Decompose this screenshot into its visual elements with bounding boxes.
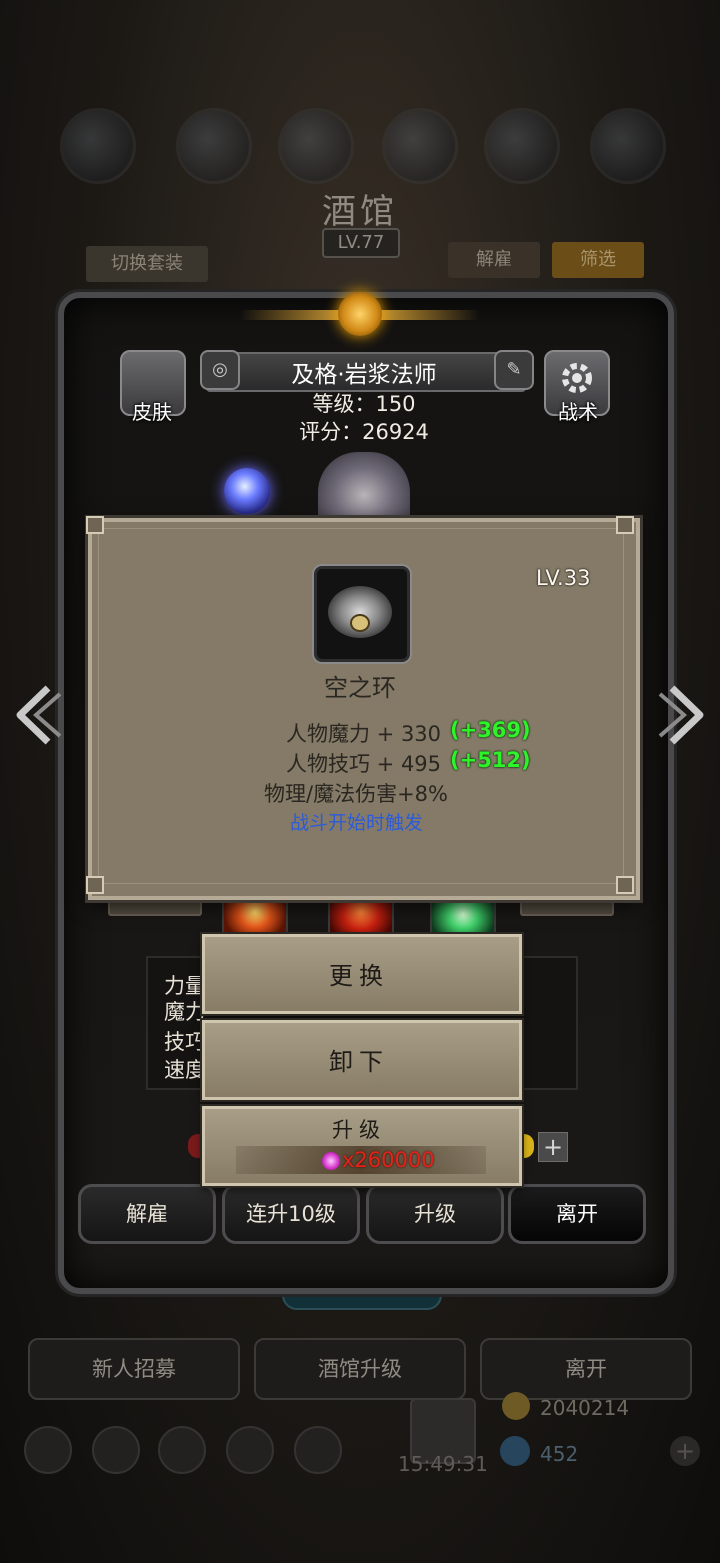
item-name: 空之环: [324, 674, 396, 702]
upgrade-cost-text: x260000: [342, 1148, 435, 1172]
item-trigger-condition: 战斗开始时触发: [290, 812, 424, 834]
stat-magic-label: 魔力: [164, 1000, 206, 1024]
tactics-button-label: 战术: [558, 400, 598, 424]
tavern-title: 酒馆: [322, 192, 398, 232]
gem-count: 452: [540, 1442, 579, 1466]
upgrade-10-levels-button[interactable]: 连升10级: [222, 1184, 360, 1244]
switch-outfit-button[interactable]: 切换套装: [86, 246, 208, 282]
previous-hero-arrow-icon[interactable]: [8, 680, 64, 750]
footer-menu-icon[interactable]: [24, 1426, 72, 1474]
skin-button-label: 皮肤: [132, 400, 172, 424]
top-slot-icon: [484, 108, 560, 184]
upgrade-hero-button[interactable]: 升级: [366, 1184, 504, 1244]
footer-menu-icon[interactable]: [92, 1426, 140, 1474]
stat-speed-label: 速度: [164, 1058, 206, 1082]
next-hero-arrow-icon[interactable]: [656, 680, 712, 750]
top-slot-icon: [382, 108, 458, 184]
add-plus-button[interactable]: +: [538, 1132, 568, 1162]
item-stat-damage: 物理/魔法伤害+8%: [264, 782, 448, 806]
item-stat-magic-bonus: (+369): [450, 718, 531, 742]
popup-corner: [616, 516, 634, 534]
dismiss-hero-button[interactable]: 解雇: [78, 1184, 216, 1244]
upgrade-item-label: 升级: [332, 1118, 386, 1142]
hero-level: 等级：150: [312, 392, 416, 416]
hero-portrait: [318, 452, 410, 524]
top-slot-icon: [60, 108, 136, 184]
class-emblem-icon: [338, 292, 382, 336]
footer-menu-icon[interactable]: [158, 1426, 206, 1474]
item-stat-magic: 人物魔力 + 330: [286, 722, 442, 746]
dismiss-top-button[interactable]: 解雇: [448, 242, 540, 278]
top-slot-icon: [176, 108, 252, 184]
filter-button[interactable]: 筛选: [552, 242, 644, 278]
tavern-level-badge: LV.77: [322, 228, 400, 258]
recruit-newbie-button[interactable]: 新人招募: [28, 1338, 240, 1400]
item-stat-skill: 人物技巧 + 495: [286, 752, 442, 776]
top-slot-icon: [278, 108, 354, 184]
gem-currency-icon: [500, 1436, 530, 1466]
hero-name: 及格·岩浆法师: [291, 362, 437, 388]
pink-gem-icon: [322, 1152, 340, 1170]
item-level: LV.33: [536, 566, 591, 590]
popup-corner: [616, 876, 634, 894]
gold-count: 2040214: [540, 1396, 630, 1420]
ring-gem-icon: [350, 614, 370, 632]
leave-hero-button[interactable]: 离开: [508, 1184, 646, 1244]
footer-menu-icon[interactable]: [226, 1426, 274, 1474]
replace-item-label: 更换: [329, 962, 389, 990]
item-stat-skill-bonus: (+512): [450, 748, 531, 772]
stat-skill-label: 技巧: [164, 1030, 206, 1054]
popup-corner: [86, 516, 104, 534]
unequip-item-label: 卸下: [329, 1048, 389, 1076]
add-currency-icon[interactable]: +: [670, 1436, 700, 1466]
gold-coin-icon: [502, 1392, 530, 1420]
popup-corner: [86, 876, 104, 894]
tavern-upgrade-button[interactable]: 酒馆升级: [254, 1338, 466, 1400]
hero-score: 评分：26924: [299, 420, 429, 444]
clock-text: 15:49:31: [398, 1452, 488, 1476]
tavern-leave-button[interactable]: 离开: [480, 1338, 692, 1400]
magic-orb-icon: [224, 468, 270, 514]
footer-menu-icon[interactable]: [294, 1426, 342, 1474]
top-slot-icon: [590, 108, 666, 184]
